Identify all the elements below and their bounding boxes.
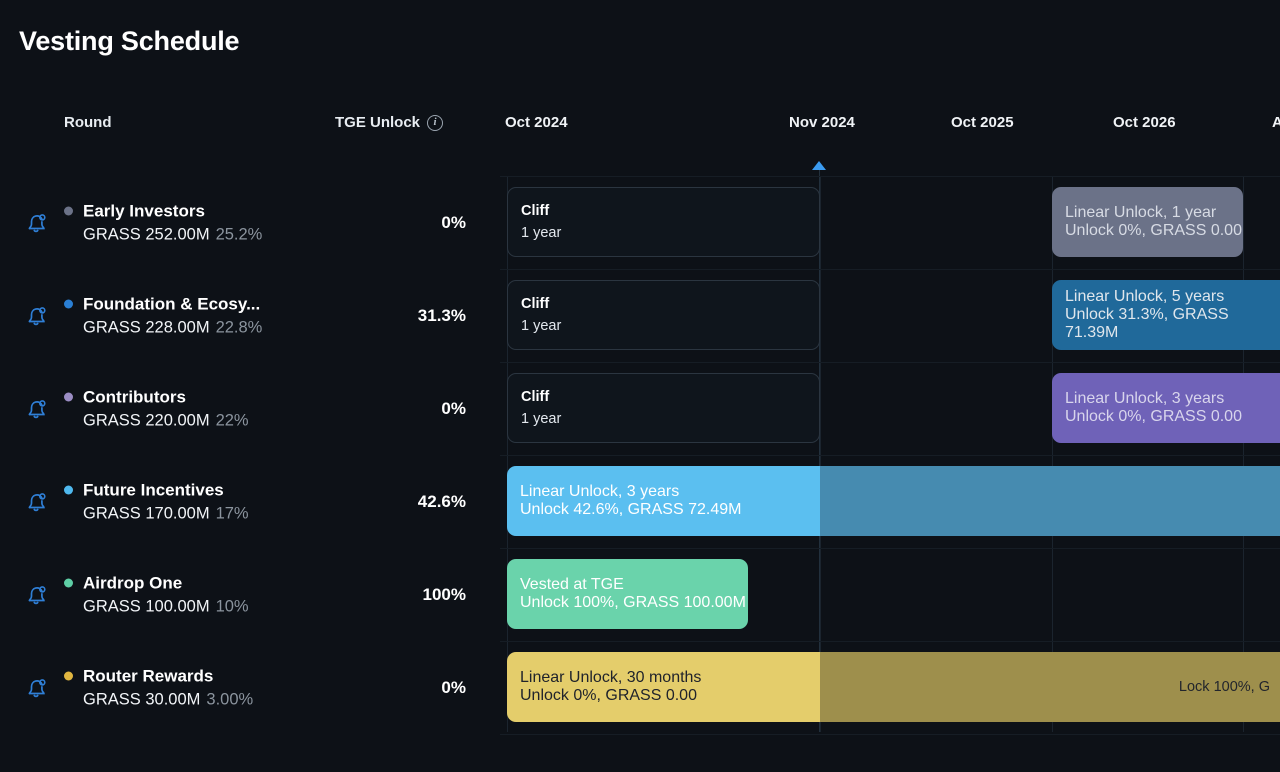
bar-title: Cliff [521, 202, 550, 219]
timeline-label: Nov 2024 [789, 114, 855, 131]
bar-title: Linear Unlock, 5 years [1065, 288, 1225, 305]
timeline-label: Oct 2024 [505, 114, 568, 131]
cliff-bar[interactable]: Cliff 1 year [507, 280, 820, 350]
bar-locked-segment[interactable]: Lock 100%, G [820, 652, 1280, 722]
bar-subtitle: Unlock 31.3%, GRASS 71.39M [1065, 306, 1229, 341]
cliff-bar[interactable]: Cliff 1 year [507, 373, 820, 443]
timeline-label: A [1272, 114, 1280, 131]
bar-subtitle: Unlock 0%, GRASS 0.00 [520, 687, 697, 704]
now-marker-triangle-icon [812, 161, 826, 170]
page-title: Vesting Schedule [19, 26, 240, 56]
bar-subtitle: 1 year [521, 225, 562, 241]
bar-title: Linear Unlock, 3 years [520, 483, 680, 500]
bar-title: Cliff [521, 388, 550, 405]
bar-subtitle: Unlock 42.6%, GRASS 72.49M [520, 501, 742, 518]
linear-unlock-bar[interactable]: Linear Unlock, 5 years Unlock 31.3%, GRAS… [1052, 280, 1280, 350]
bar-subtitle: 1 year [521, 411, 562, 427]
bar-subtitle: Unlock 100%, GRASS 100.00M [520, 594, 746, 611]
bar-title: Linear Unlock, 30 months [520, 669, 702, 686]
vested-bar[interactable]: Vested at TGE Unlock 100%, GRASS 100.00M [507, 559, 748, 629]
timeline-bars: Cliff 1 year Linear Unlock, 1 year Unlock 0… [0, 176, 1280, 732]
bar-subtitle: Unlock 0%, GRASS 0.00 [1065, 408, 1242, 425]
bar-locked-segment[interactable] [820, 466, 1280, 536]
timeline-label: Oct 2026 [1113, 114, 1176, 131]
bar-title: Vested at TGE [520, 576, 624, 593]
bar-title: Linear Unlock, 3 years [1065, 390, 1225, 407]
bar-subtitle: Unlock 0%, GRASS 0.00 [1065, 222, 1242, 239]
linear-unlock-bar[interactable]: Linear Unlock, 1 year Unlock 0%, GRASS 0.… [1052, 187, 1243, 257]
linear-unlock-bar[interactable]: Linear Unlock, 3 years Unlock 42.6%, GRAS… [507, 466, 820, 536]
cliff-bar[interactable]: Cliff 1 year [507, 187, 820, 257]
linear-unlock-bar[interactable]: Linear Unlock, 30 months Unlock 0%, GRASS… [507, 652, 820, 722]
grid-row-line [500, 734, 1280, 735]
bar-title: Linear Unlock, 1 year [1065, 204, 1217, 221]
bar-locked-label: Lock 100%, G [1178, 679, 1270, 695]
linear-unlock-bar[interactable]: Linear Unlock, 3 years Unlock 0%, GRASS 0… [1052, 373, 1280, 443]
vesting-schedule-page: Vesting Schedule Round TGE Unlock i Oct … [0, 0, 1280, 772]
bar-subtitle: 1 year [521, 318, 562, 334]
timeline-header: Oct 2024 Nov 2024 Oct 2025 Oct 2026 A [0, 100, 1280, 144]
timeline-label: Oct 2025 [951, 114, 1014, 131]
bar-title: Cliff [521, 295, 550, 312]
